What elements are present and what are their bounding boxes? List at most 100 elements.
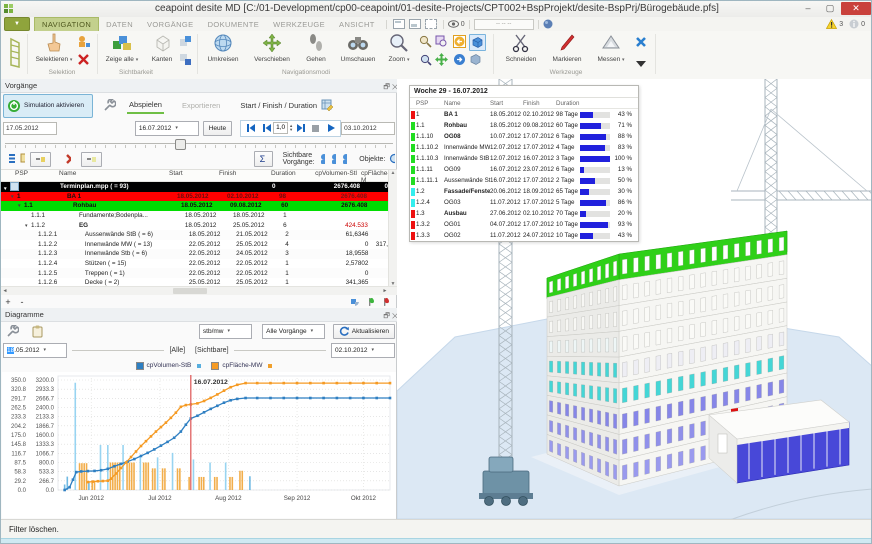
minimize-button[interactable]: – [797, 2, 819, 15]
warning-icon[interactable] [826, 19, 837, 29]
select-clear-icon[interactable] [77, 53, 90, 66]
tab-abspielen[interactable]: Abspielen [127, 97, 164, 114]
pan-mode-button[interactable]: Verschieben [247, 33, 297, 63]
task-row[interactable]: ▾1.1.2EG18.05.201225.05.20126424.5330 [1, 220, 397, 230]
task-row[interactable]: 1.1.2.3Innenwände Stb ( = 6)22.05.201224… [1, 249, 397, 259]
chart-date-to-combo[interactable]: 02.10.2012▾ [331, 343, 395, 358]
visible-tasks-remove-icon[interactable] [342, 153, 347, 165]
slider-thumb[interactable] [175, 139, 186, 150]
remove-task-button[interactable]: - [15, 297, 29, 307]
task-table-vscrollbar[interactable]: ▲▼ [388, 170, 397, 287]
eye-icon[interactable] [448, 20, 459, 28]
hscroll-thumb[interactable] [173, 288, 207, 294]
week-task-row[interactable]: 1.2Fassade/Fenster20.06.201218.09.201265… [410, 186, 638, 197]
play-button[interactable] [323, 122, 338, 134]
panel-float-icon[interactable]: 🗗 [383, 84, 390, 91]
zoom-mode-button[interactable]: Zoom ▾ [383, 33, 415, 63]
scale-tool-icon[interactable] [7, 37, 23, 69]
task-table-hscrollbar[interactable]: ◄ ► [1, 286, 397, 295]
help-ball-icon[interactable] [543, 19, 553, 29]
layout-single-icon[interactable] [393, 19, 405, 29]
week-task-row[interactable]: 1.1.10OG0810.07.201217.07.20126 Tage88 % [410, 131, 638, 142]
flag-red-icon[interactable] [380, 297, 389, 306]
simulation-settings-button[interactable] [99, 96, 119, 116]
layout-full-icon[interactable] [425, 19, 437, 29]
close-button[interactable]: ✕ [841, 2, 871, 15]
task-row[interactable]: ▾1BA 118.05.201202.10.2012982676.4080 [1, 192, 397, 202]
range-sichtbare-label[interactable]: [Sichtbare] [195, 347, 228, 354]
objects-search-icon[interactable] [389, 153, 395, 166]
week-task-row[interactable]: 1BA 118.05.201202.10.201298 Tage43 % [410, 109, 638, 120]
chart-date-from-combo[interactable]: 18.05.2012▾ [3, 343, 67, 358]
sum-toggle-button[interactable]: Σ [254, 151, 273, 167]
task-row[interactable]: 1.1.2.4Stützen ( = 15)22.05.201222.05.20… [1, 259, 397, 269]
tab-ansicht[interactable]: ANSICHT [332, 18, 382, 31]
range-start-field[interactable]: 17.05.2012 [3, 122, 57, 135]
coordinate-field[interactable]: -- -- -- [474, 19, 534, 30]
collapse-button[interactable] [30, 152, 51, 167]
tab-werkzeuge[interactable]: WERKZEUGE [266, 18, 332, 31]
maximize-button[interactable]: ▢ [819, 2, 841, 15]
cumulative-chart[interactable]: 0.00.029.2266.758.3533.387.5800.0116.710… [2, 372, 396, 518]
week-task-row[interactable]: 1.1.10.2Innenwände MW12.07.201217.07.201… [410, 142, 638, 153]
today-button[interactable]: Heute [203, 121, 232, 136]
week-task-row[interactable]: 1.3.2OG0104.07.201217.07.201210 Tage93 % [410, 219, 638, 230]
speed-spinner[interactable]: 1,0 [273, 122, 288, 134]
tab-navigation[interactable]: NAVIGATION [34, 17, 99, 31]
app-menu-button[interactable]: ▼ [4, 17, 30, 31]
week-task-row[interactable]: 1.1.10.3Innenwände StB12.07.201216.07.20… [410, 153, 638, 164]
chart-scope-combo[interactable]: Alle Vorgänge▾ [262, 324, 325, 339]
zoom-in-icon[interactable] [419, 35, 432, 48]
mark-button[interactable]: Markieren [545, 33, 589, 63]
week-task-row[interactable]: 1.1.11OG0916.07.201223.07.20126 Tage13 % [410, 164, 638, 175]
range-alle-label[interactable]: [Alle] [169, 347, 185, 354]
more-tools-icon[interactable] [635, 55, 648, 68]
visible-tasks-add-icon[interactable] [331, 153, 336, 165]
panel-float-icon[interactable]: 🗗 [383, 313, 390, 320]
walk-mode-button[interactable]: Gehen [299, 33, 333, 63]
task-row[interactable]: 1.1.2.1Aussenwände StB ( = 6)18.05.20122… [1, 230, 397, 240]
week-task-row[interactable]: 1.3Ausbau27.06.201202.10.201270 Tage20 % [410, 208, 638, 219]
orbit-mode-button[interactable]: Umkreisen [201, 33, 245, 63]
expand-button[interactable] [81, 152, 102, 167]
visibility-down-icon[interactable] [179, 53, 192, 66]
info-icon[interactable] [849, 19, 859, 29]
cube-view-icon[interactable] [469, 53, 482, 66]
add-task-button[interactable]: + [1, 297, 15, 307]
iso-view-button[interactable] [469, 34, 486, 51]
week-task-row[interactable]: 1.1.11.1Aussenwände StB16.07.201217.07.2… [410, 175, 638, 186]
tab-exportieren[interactable]: Exportieren [180, 98, 222, 113]
task-table-header[interactable]: PSP Name Start Finish Duration cpVolumen… [1, 170, 397, 182]
timeline-slider[interactable] [3, 139, 395, 149]
week-task-row[interactable]: 1.1Rohbau18.05.201209.08.201260 Tage71 % [410, 120, 638, 131]
task-list-icon[interactable] [9, 153, 15, 165]
link-blue-icon[interactable] [350, 297, 359, 306]
task-row[interactable]: 1.1.2.5Treppen ( = 1)22.05.201222.05.201… [1, 268, 397, 278]
step-back-button[interactable] [258, 122, 273, 134]
chart-settings-button[interactable] [3, 321, 22, 341]
look-around-button[interactable]: Umschauen [335, 33, 381, 63]
zoom-window-icon[interactable] [435, 35, 448, 48]
task-row[interactable]: 1.1.1Fundamente;Bodenpla...18.05.201218.… [1, 211, 397, 221]
sfd-config-button[interactable] [317, 96, 337, 116]
close-tools-icon[interactable] [635, 35, 648, 48]
task-row[interactable]: ▾Terminplan.mpp ( = 93)02676.4080 [1, 182, 397, 192]
jump-start-button[interactable] [243, 122, 258, 134]
step-forward-button[interactable] [293, 122, 308, 134]
show-all-button[interactable]: Zeige alle ▾ [101, 33, 143, 63]
week-progress-panel[interactable]: Woche 29 - 16.07.2012 PSP Name Start Fin… [409, 85, 639, 242]
refresh-chart-button[interactable]: Aktualisieren [333, 324, 395, 339]
clear-tasks-icon[interactable] [65, 153, 70, 165]
legend-swatch-flaeche[interactable] [211, 362, 219, 370]
status-text[interactable]: Filter löschen. [9, 525, 59, 534]
range-end-field[interactable]: 03.10.2012 [341, 122, 395, 135]
zoom-selected-icon[interactable] [419, 53, 432, 66]
viewport-3d[interactable]: Woche 29 - 16.07.2012 PSP Name Start Fin… [397, 79, 872, 519]
tab-dokumente[interactable]: DOKUMENTE [201, 18, 267, 31]
tab-vorgaenge[interactable]: VORGÄNGE [140, 18, 201, 31]
select-add-icon[interactable] [77, 35, 90, 48]
visible-tasks-all-icon[interactable] [320, 153, 325, 165]
view-forward-icon[interactable] [453, 53, 466, 66]
activate-simulation-button[interactable]: Simulation aktivieren [3, 94, 93, 118]
week-task-row[interactable]: 1.3.3OG0211.07.201224.07.201210 Tage43 % [410, 230, 638, 241]
